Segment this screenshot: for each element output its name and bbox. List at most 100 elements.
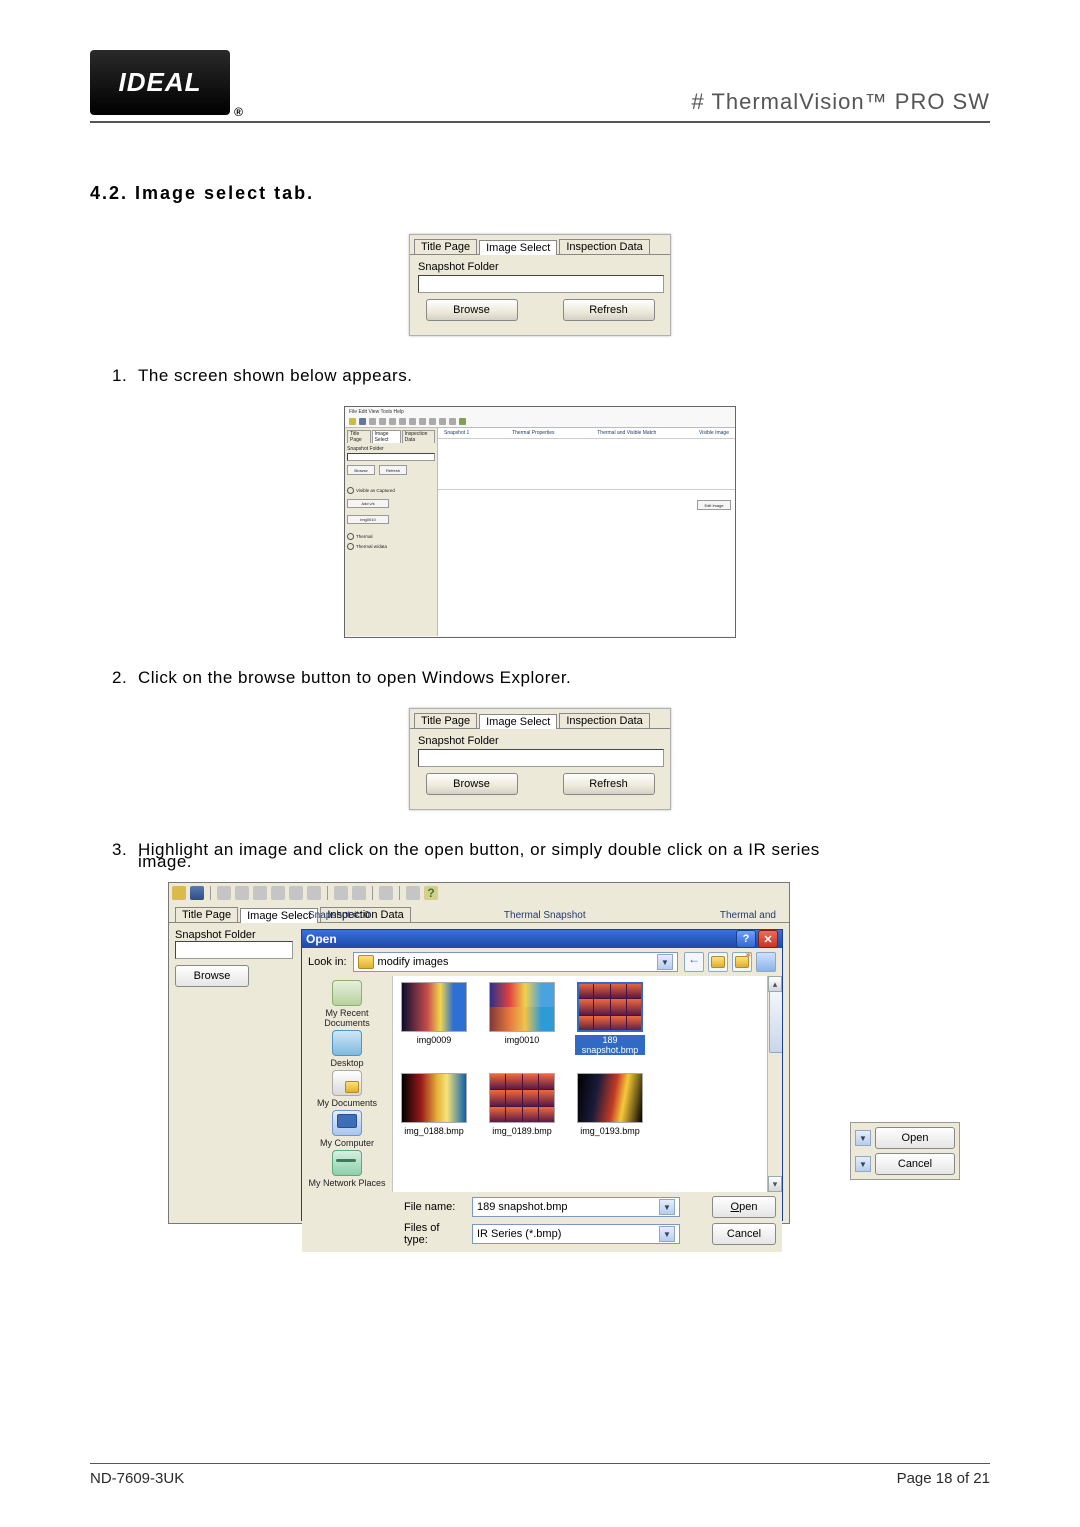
separator-icon: [399, 886, 400, 900]
filetype-value: IR Series (*.bmp): [477, 1228, 561, 1240]
view-menu-icon[interactable]: [756, 952, 776, 972]
scroll-up-icon[interactable]: ▴: [768, 976, 782, 992]
new-folder-icon[interactable]: [732, 952, 752, 972]
toolbar-icon[interactable]: [271, 886, 285, 900]
file-thumb[interactable]: img0009: [399, 982, 469, 1055]
save-icon[interactable]: [190, 886, 204, 900]
mini-dd-addvis[interactable]: Add v/s: [347, 499, 389, 508]
open-icon[interactable]: [172, 886, 186, 900]
snapshot-folder-input[interactable]: [418, 275, 664, 293]
tab-title-page[interactable]: Title Page: [414, 713, 477, 728]
toolbar-icon[interactable]: [352, 886, 366, 900]
toolbar-icon[interactable]: [406, 886, 420, 900]
mini-cancel-button[interactable]: Cancel: [875, 1153, 955, 1175]
toolbar-icon[interactable]: [334, 886, 348, 900]
radio-icon[interactable]: [347, 533, 354, 540]
toolbar-icon[interactable]: [253, 886, 267, 900]
filetype-label: Files of type:: [404, 1222, 466, 1246]
separator-icon: [327, 886, 328, 900]
mini-tab-title[interactable]: Title Page: [347, 430, 371, 443]
mini-tab-inspection[interactable]: Inspection Data: [402, 430, 435, 443]
tab-inspection-data[interactable]: Inspection Data: [559, 713, 649, 728]
file-thumb[interactable]: img_0189.bmp: [487, 1073, 557, 1136]
mini-browse-button[interactable]: Browse: [347, 465, 375, 475]
mini-open-button[interactable]: Open: [875, 1127, 955, 1149]
mini-tab-image[interactable]: Image Select: [372, 430, 401, 443]
toolbar-icon[interactable]: [289, 886, 303, 900]
footer-page: Page 18 of 21: [897, 1470, 990, 1487]
scrollbar[interactable]: ▴ ▾: [767, 976, 782, 1192]
toolbar-icon[interactable]: [409, 418, 416, 425]
file-thumb[interactable]: img0010: [487, 982, 557, 1055]
up-one-level-icon[interactable]: [708, 952, 728, 972]
toolbar-icon[interactable]: [307, 886, 321, 900]
snapshot-folder-input[interactable]: [418, 749, 664, 767]
mini-dd-img[interactable]: img0010: [347, 515, 389, 524]
chevron-down-icon[interactable]: ▼: [855, 1130, 871, 1146]
chevron-down-icon[interactable]: ▼: [855, 1156, 871, 1172]
file-thumb[interactable]: img_0188.bmp: [399, 1073, 469, 1136]
help-icon[interactable]: ?: [424, 886, 438, 900]
toolbar-icon[interactable]: [369, 418, 376, 425]
open-icon[interactable]: [349, 418, 356, 425]
toolbar-icon[interactable]: [399, 418, 406, 425]
place-recent[interactable]: My Recent Documents: [302, 980, 392, 1028]
filetype-field[interactable]: IR Series (*.bmp) ▼: [472, 1224, 680, 1244]
file-thumb-selected[interactable]: 189 snapshot.bmp: [575, 982, 645, 1055]
tab-title-page[interactable]: Title Page: [414, 239, 477, 254]
toolbar-icon[interactable]: [379, 886, 393, 900]
opt-visible: Visible as Captured: [356, 488, 395, 493]
radio-icon[interactable]: [347, 543, 354, 550]
desktop-icon: [332, 1030, 362, 1056]
toolbar-icon[interactable]: [379, 418, 386, 425]
file-thumb[interactable]: img_0193.bmp: [575, 1073, 645, 1136]
place-desktop[interactable]: Desktop: [330, 1030, 363, 1068]
refresh-button[interactable]: Refresh: [563, 299, 655, 321]
mini-refresh-button[interactable]: Refresh: [379, 465, 407, 475]
wide-snapshot-input[interactable]: [175, 941, 293, 959]
toolbar-icon[interactable]: [217, 886, 231, 900]
toolbar-icon[interactable]: [235, 886, 249, 900]
place-computer[interactable]: My Computer: [320, 1110, 374, 1148]
my-computer-icon: [332, 1110, 362, 1136]
mini-snapshot-input[interactable]: [347, 453, 435, 461]
place-recent-label: My Recent Documents: [302, 1008, 392, 1028]
lookin-value: modify images: [378, 956, 449, 968]
browse-button[interactable]: Browse: [426, 773, 518, 795]
wtab-title-page[interactable]: Title Page: [175, 907, 238, 922]
place-docs-label: My Documents: [317, 1098, 377, 1108]
toolbar-icon[interactable]: [419, 418, 426, 425]
app-menubar[interactable]: File Edit View Tools Help: [345, 407, 735, 417]
tab-inspection-data[interactable]: Inspection Data: [559, 239, 649, 254]
scroll-down-icon[interactable]: ▾: [768, 1176, 782, 1192]
browse-button[interactable]: Browse: [426, 299, 518, 321]
open-button[interactable]: Open: [712, 1196, 776, 1218]
chevron-down-icon[interactable]: ▼: [657, 954, 673, 970]
back-icon[interactable]: [684, 952, 704, 972]
scroll-thumb[interactable]: [769, 991, 782, 1053]
toolbar-icon[interactable]: [449, 418, 456, 425]
toolbar-icon[interactable]: [389, 418, 396, 425]
footer-doc-id: ND-7609-3UK: [90, 1470, 184, 1487]
filename-label: File name:: [404, 1201, 466, 1213]
help-button[interactable]: ?: [736, 930, 756, 948]
edit-image-button[interactable]: Edit Image: [697, 500, 731, 510]
filename-field[interactable]: 189 snapshot.bmp ▼: [472, 1197, 680, 1217]
cancel-button[interactable]: Cancel: [712, 1223, 776, 1245]
refresh-button[interactable]: Refresh: [563, 773, 655, 795]
help-icon[interactable]: [459, 418, 466, 425]
tab-image-select[interactable]: Image Select: [479, 714, 557, 729]
close-button[interactable]: ✕: [758, 930, 778, 948]
wide-browse-button[interactable]: Browse: [175, 965, 249, 987]
place-network[interactable]: My Network Places: [308, 1150, 385, 1188]
radio-icon[interactable]: [347, 487, 354, 494]
tab-image-select[interactable]: Image Select: [479, 240, 557, 255]
toolbar-icon[interactable]: [429, 418, 436, 425]
place-documents[interactable]: My Documents: [317, 1070, 377, 1108]
lookin-dropdown[interactable]: modify images ▼: [353, 952, 678, 972]
toolbar-icon[interactable]: [439, 418, 446, 425]
save-icon[interactable]: [359, 418, 366, 425]
chevron-down-icon[interactable]: ▼: [659, 1226, 675, 1242]
chevron-down-icon[interactable]: ▼: [659, 1199, 675, 1215]
file-name: img_0193.bmp: [580, 1126, 640, 1136]
